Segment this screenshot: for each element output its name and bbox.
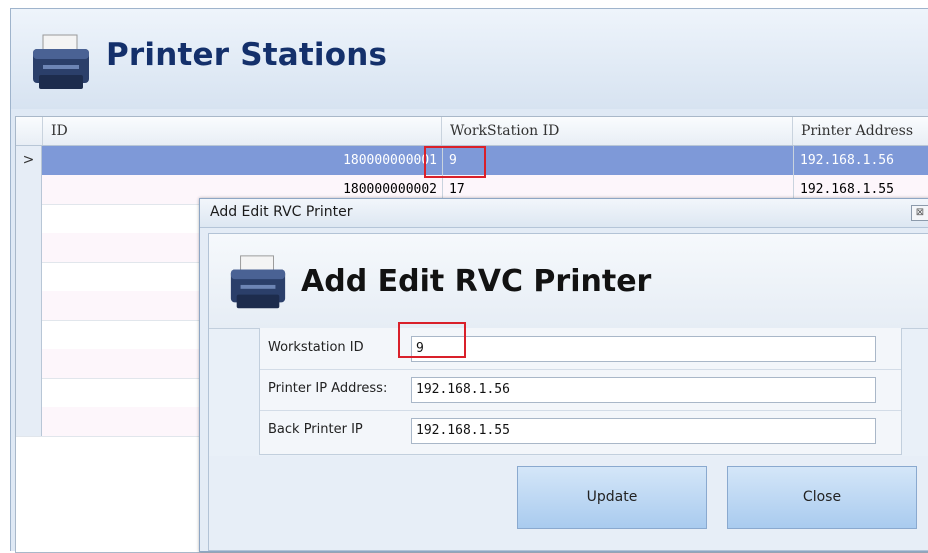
row-indicator xyxy=(16,320,42,349)
row-indicator xyxy=(16,262,42,291)
close-button[interactable]: Close xyxy=(727,466,917,529)
printer-icon xyxy=(227,252,289,314)
back-printer-ip-input[interactable]: 192.168.1.55 xyxy=(411,418,876,444)
form-row-workstation: Workstation ID 9 xyxy=(260,328,901,370)
printer-icon xyxy=(29,31,93,95)
dialog-titlebar[interactable]: Add Edit RVC Printer ⊠ xyxy=(200,199,928,228)
add-edit-rvc-printer-dialog: Add Edit RVC Printer ⊠ Add Edit RVC Prin… xyxy=(199,198,928,552)
cell-printer-address[interactable]: 192.168.1.56 xyxy=(793,146,928,175)
row-indicator xyxy=(16,204,42,233)
row-indicator xyxy=(16,349,42,378)
dialog-heading: Add Edit RVC Printer xyxy=(301,264,652,299)
row-indicator xyxy=(16,175,42,204)
row-indicator xyxy=(16,407,42,436)
row-indicator xyxy=(16,378,42,407)
header-row-indicator xyxy=(16,117,43,145)
form-row-back-printer-ip: Back Printer IP 192.168.1.55 xyxy=(260,410,901,451)
back-printer-ip-label: Back Printer IP xyxy=(268,422,363,437)
close-icon[interactable]: ⊠ xyxy=(911,205,928,221)
printer-form: Workstation ID 9 Printer IP Address: 192… xyxy=(259,322,902,455)
grid-header: ID WorkStation ID Printer Address xyxy=(16,117,928,146)
workstation-id-input[interactable]: 9 xyxy=(411,336,876,362)
button-strip: Update Close xyxy=(209,456,928,550)
cell-workstation-id[interactable]: 9 xyxy=(442,146,792,175)
update-button[interactable]: Update xyxy=(517,466,707,529)
form-row-printer-ip: Printer IP Address: 192.168.1.56 xyxy=(260,369,901,411)
page-title: Printer Stations xyxy=(106,37,388,73)
workstation-id-label: Workstation ID xyxy=(268,340,364,355)
row-indicator: > xyxy=(16,146,42,175)
dialog-title: Add Edit RVC Printer xyxy=(210,204,353,220)
column-header-workstation-id[interactable]: WorkStation ID xyxy=(442,117,793,145)
printer-ip-label: Printer IP Address: xyxy=(268,381,388,396)
cell-id[interactable]: 180000000001 xyxy=(43,146,441,175)
workstation-highlight-box xyxy=(424,146,486,178)
column-header-id[interactable]: ID xyxy=(43,117,442,145)
row-indicator xyxy=(16,291,42,320)
workstation-input-highlight-box xyxy=(398,322,466,358)
window-header: Printer Stations xyxy=(11,9,928,109)
dialog-body: Add Edit RVC Printer Workstation ID 9 Pr… xyxy=(208,233,928,551)
dialog-header: Add Edit RVC Printer xyxy=(209,234,928,329)
column-header-printer-address[interactable]: Printer Address xyxy=(793,117,928,145)
printer-ip-input[interactable]: 192.168.1.56 xyxy=(411,377,876,403)
row-indicator xyxy=(16,233,42,262)
